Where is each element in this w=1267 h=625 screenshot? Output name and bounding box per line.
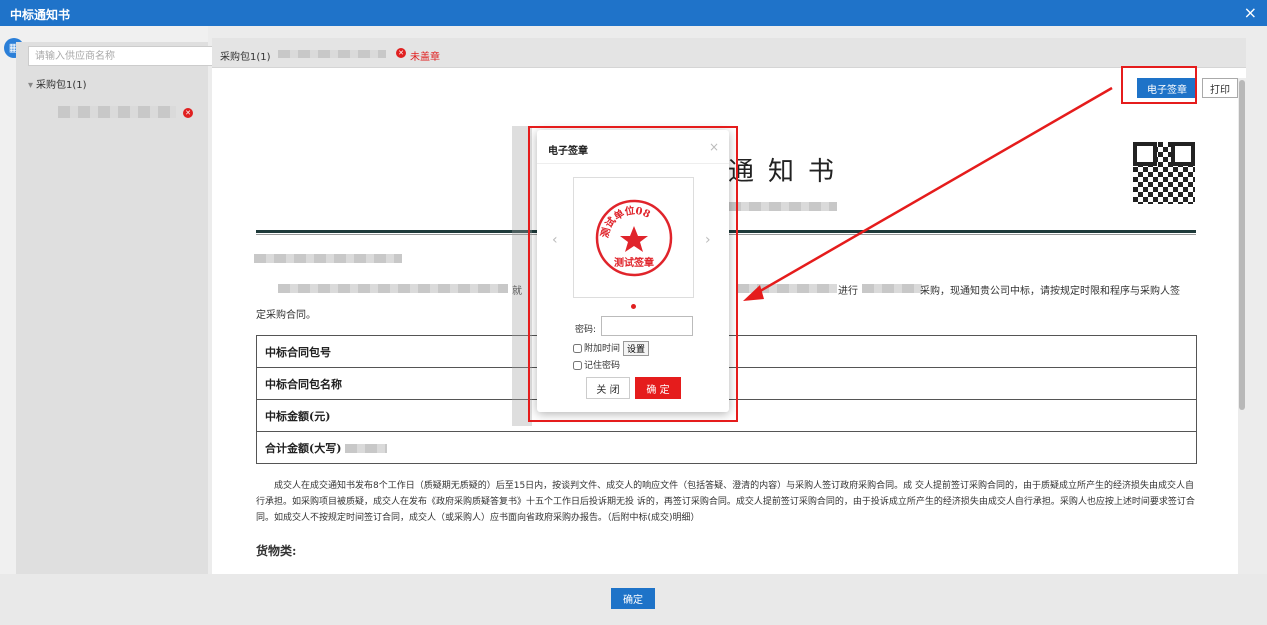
notice-paragraph: 成交人在成交通知书发布8个工作日（质疑期无质疑的）后至15日内，按谈判文件、成交… <box>256 481 1195 523</box>
table-row: 合计金额(大写) <box>256 431 1197 464</box>
left-panel: ▦ ▾采购包1(1) ✕ <box>0 26 215 574</box>
unsigned-status-icon: ✕ <box>183 108 193 118</box>
tree-node-package[interactable]: ▾ 采购包1(1) <box>28 76 87 91</box>
annotation-highlight-box <box>528 126 738 422</box>
redacted-project <box>278 284 508 293</box>
scrollbar-thumb[interactable] <box>1239 80 1245 410</box>
para-text: 进行 <box>838 286 858 297</box>
para-text: 定采购合同。 <box>256 310 316 321</box>
package-tab: 采购包1(1) ✕ 未盖章 <box>212 38 1246 68</box>
tree-node-label: 采购包1(1) <box>36 80 87 91</box>
document-title: 通知书 <box>728 157 849 187</box>
caret-down-icon[interactable]: ▾ <box>28 80 33 91</box>
close-icon[interactable]: × <box>1244 3 1257 22</box>
table-cell-total: 合计金额(大写) <box>256 431 1197 464</box>
redacted-supplier-name[interactable] <box>58 106 176 118</box>
status-badge: 未盖章 <box>410 52 440 63</box>
unsigned-status-icon: ✕ <box>396 48 406 58</box>
package-label: 采购包1(1) <box>220 52 271 63</box>
redacted-method-type <box>862 284 922 293</box>
redacted-addressee <box>254 254 402 263</box>
confirm-button[interactable]: 确定 <box>611 588 655 609</box>
redacted-package-name <box>278 50 386 58</box>
window-titlebar: 中标通知书 × <box>0 0 1267 26</box>
annotation-highlight-box <box>1121 66 1197 104</box>
window-title: 中标通知书 <box>10 8 71 22</box>
supplier-tree: ▾采购包1(1) ✕ <box>16 42 215 574</box>
redacted-method <box>737 284 837 293</box>
table-cell-label: 合计金额(大写) <box>265 441 342 455</box>
redacted-amount <box>345 444 388 453</box>
redacted-doc-number <box>729 202 837 211</box>
goods-heading: 货物类: <box>256 544 297 558</box>
supplier-search-input[interactable] <box>28 46 215 66</box>
qr-code-icon <box>1133 142 1195 204</box>
print-button[interactable]: 打印 <box>1202 78 1238 98</box>
para-text: 采购，现通知贵公司中标，请按规定时限和程序与采购人签 <box>920 286 1180 297</box>
